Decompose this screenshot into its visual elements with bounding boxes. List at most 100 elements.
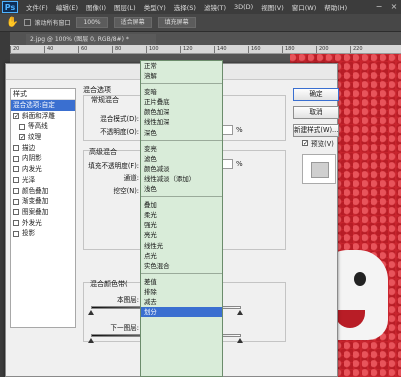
photoshop-logo: Ps [2,1,18,13]
blend-mode-option[interactable]: 差值 [141,277,222,287]
style-item[interactable]: 外发光 [11,218,75,229]
menu-type[interactable]: 类型(Y) [144,2,166,12]
preview-checkbox-row[interactable]: 预览(V) [302,138,334,148]
style-checkbox[interactable] [13,198,19,205]
blend-mode-label: 混合模式(D): [100,115,139,123]
blend-mode-option[interactable]: 点光 [141,251,222,261]
fill-opacity-label: 填充不透明度(F): [88,162,139,170]
document-tab[interactable]: 2.jpg @ 100% (图层 0, RGB/8#) * [26,34,156,45]
menu-layer[interactable]: 图层(L) [114,2,136,12]
blend-mode-option[interactable]: 深色 [141,128,222,138]
style-checkbox[interactable] [19,123,25,130]
style-item[interactable]: 等高线 [11,121,75,132]
blend-mode-option[interactable]: 颜色减淡 [141,164,222,174]
ruler-tick: 20 [10,46,44,53]
this-layer-label: 本图层: [116,296,139,304]
menu-edit[interactable]: 编辑(E) [56,2,78,12]
menu-select[interactable]: 选择(S) [174,2,196,12]
blend-mode-option[interactable]: 正片叠底 [141,97,222,107]
blend-mode-option[interactable]: 柔光 [141,210,222,220]
blend-mode-option[interactable]: 亮光 [141,230,222,240]
fit-screen-button[interactable]: 适合屏幕 [113,17,152,28]
menu-3d[interactable]: 3D(D) [234,3,253,11]
close-icon[interactable]: × [387,0,401,14]
blend-mode-option[interactable]: 正常 [141,61,222,71]
style-item[interactable]: 渐变叠加 [11,196,75,207]
style-item-label: 外发光 [22,218,42,227]
preview-label: 预览(V) [311,140,334,148]
ruler-tick: 40 [44,46,78,53]
style-item-label: 投影 [22,229,36,238]
menu-window[interactable]: 窗口(W) [292,2,317,12]
blend-mode-option[interactable]: 浅色 [141,184,222,194]
ruler-tick: 220 [350,46,384,53]
blend-mode-dropdown: 正常 溶解变暗 正片叠底 颜色加深 线性加深 深色变亮 滤色 颜色减淡 线性减淡（添加） 浅色叠加… [140,60,223,377]
styles-header[interactable]: 样式 [11,89,75,100]
style-checkbox[interactable] [13,145,19,152]
opacity-label: 不透明度(O): [100,128,139,136]
style-item[interactable]: 内发光 [11,164,75,175]
blend-mode-option[interactable]: 溶解 [141,71,222,81]
menu-view[interactable]: 视图(V) [261,2,284,12]
blend-mode-option[interactable]: 叠加 [141,200,222,210]
style-checkbox[interactable] [13,177,19,184]
ruler-tick: 200 [316,46,350,53]
blend-mode-option[interactable]: 减去 [141,297,222,307]
opacity-percent: % [236,126,243,134]
minimize-icon[interactable]: − [372,0,386,14]
zoom-100-button[interactable]: 100% [76,17,108,28]
blend-if-label: 混合颜色带( [90,280,128,288]
style-item-label: 描边 [22,143,36,152]
blend-mode-option[interactable]: 划分 [141,307,222,318]
style-checkbox[interactable] [13,155,19,162]
this-layer-white-handle[interactable] [237,310,243,315]
style-checkbox[interactable] [13,209,19,216]
ruler-tick: 80 [112,46,146,53]
blend-mode-option[interactable]: 线性减淡（添加） [141,174,222,184]
style-checkbox[interactable] [13,113,19,120]
style-item-label: 光泽 [22,175,36,184]
ok-button[interactable]: 确定 [293,88,339,101]
style-item[interactable]: 内阴影 [11,153,75,164]
menu-help[interactable]: 帮助(H) [324,2,347,12]
underlying-white-handle[interactable] [237,338,243,343]
dropdown-separator [141,138,222,141]
blend-mode-option[interactable]: 滤色 [141,154,222,164]
channels-label: 通道: [123,174,139,182]
style-item-label: 渐变叠加 [22,197,49,206]
style-checkbox[interactable] [13,187,19,194]
style-item[interactable]: 描边 [11,143,75,154]
underlying-black-handle[interactable] [88,338,94,343]
style-item[interactable]: 斜面和浮雕 [11,111,75,122]
new-style-button[interactable]: 新建样式(W)... [293,124,339,137]
scroll-all-windows-checkbox[interactable] [24,19,32,26]
style-checkbox[interactable] [19,134,25,141]
this-layer-black-handle[interactable] [88,310,94,315]
style-item[interactable]: 纹理 [11,132,75,143]
ruler-tick: 120 [180,46,214,53]
menu-image[interactable]: 图像(I) [86,2,106,12]
style-item[interactable]: 投影 [11,228,75,239]
cancel-button[interactable]: 取消 [293,106,339,119]
blend-mode-option[interactable]: 变亮 [141,144,222,154]
fill-screen-button[interactable]: 填充屏幕 [157,17,196,28]
blend-mode-option[interactable]: 实色混合 [141,261,222,271]
hand-tool-icon[interactable]: ✋ [6,17,18,28]
style-checkbox[interactable] [13,166,19,173]
style-item[interactable]: 图案叠加 [11,207,75,218]
blend-mode-option[interactable]: 变暗 [141,87,222,97]
menu-filter[interactable]: 滤镜(T) [204,2,226,12]
dropdown-separator [141,81,222,85]
preview-checkbox[interactable] [302,140,308,146]
style-item[interactable]: 混合选项:自定 [11,100,75,111]
blend-mode-option[interactable]: 线性加深 [141,117,222,127]
blend-mode-option[interactable]: 线性光 [141,241,222,251]
blend-mode-option[interactable]: 强光 [141,220,222,230]
blend-mode-option[interactable]: 颜色加深 [141,107,222,117]
style-item[interactable]: 颜色叠加 [11,186,75,197]
style-checkbox[interactable] [13,230,19,237]
menu-file[interactable]: 文件(F) [26,2,48,12]
style-checkbox[interactable] [13,219,19,226]
style-item[interactable]: 光泽 [11,175,75,186]
blend-mode-option[interactable]: 排除 [141,287,222,297]
